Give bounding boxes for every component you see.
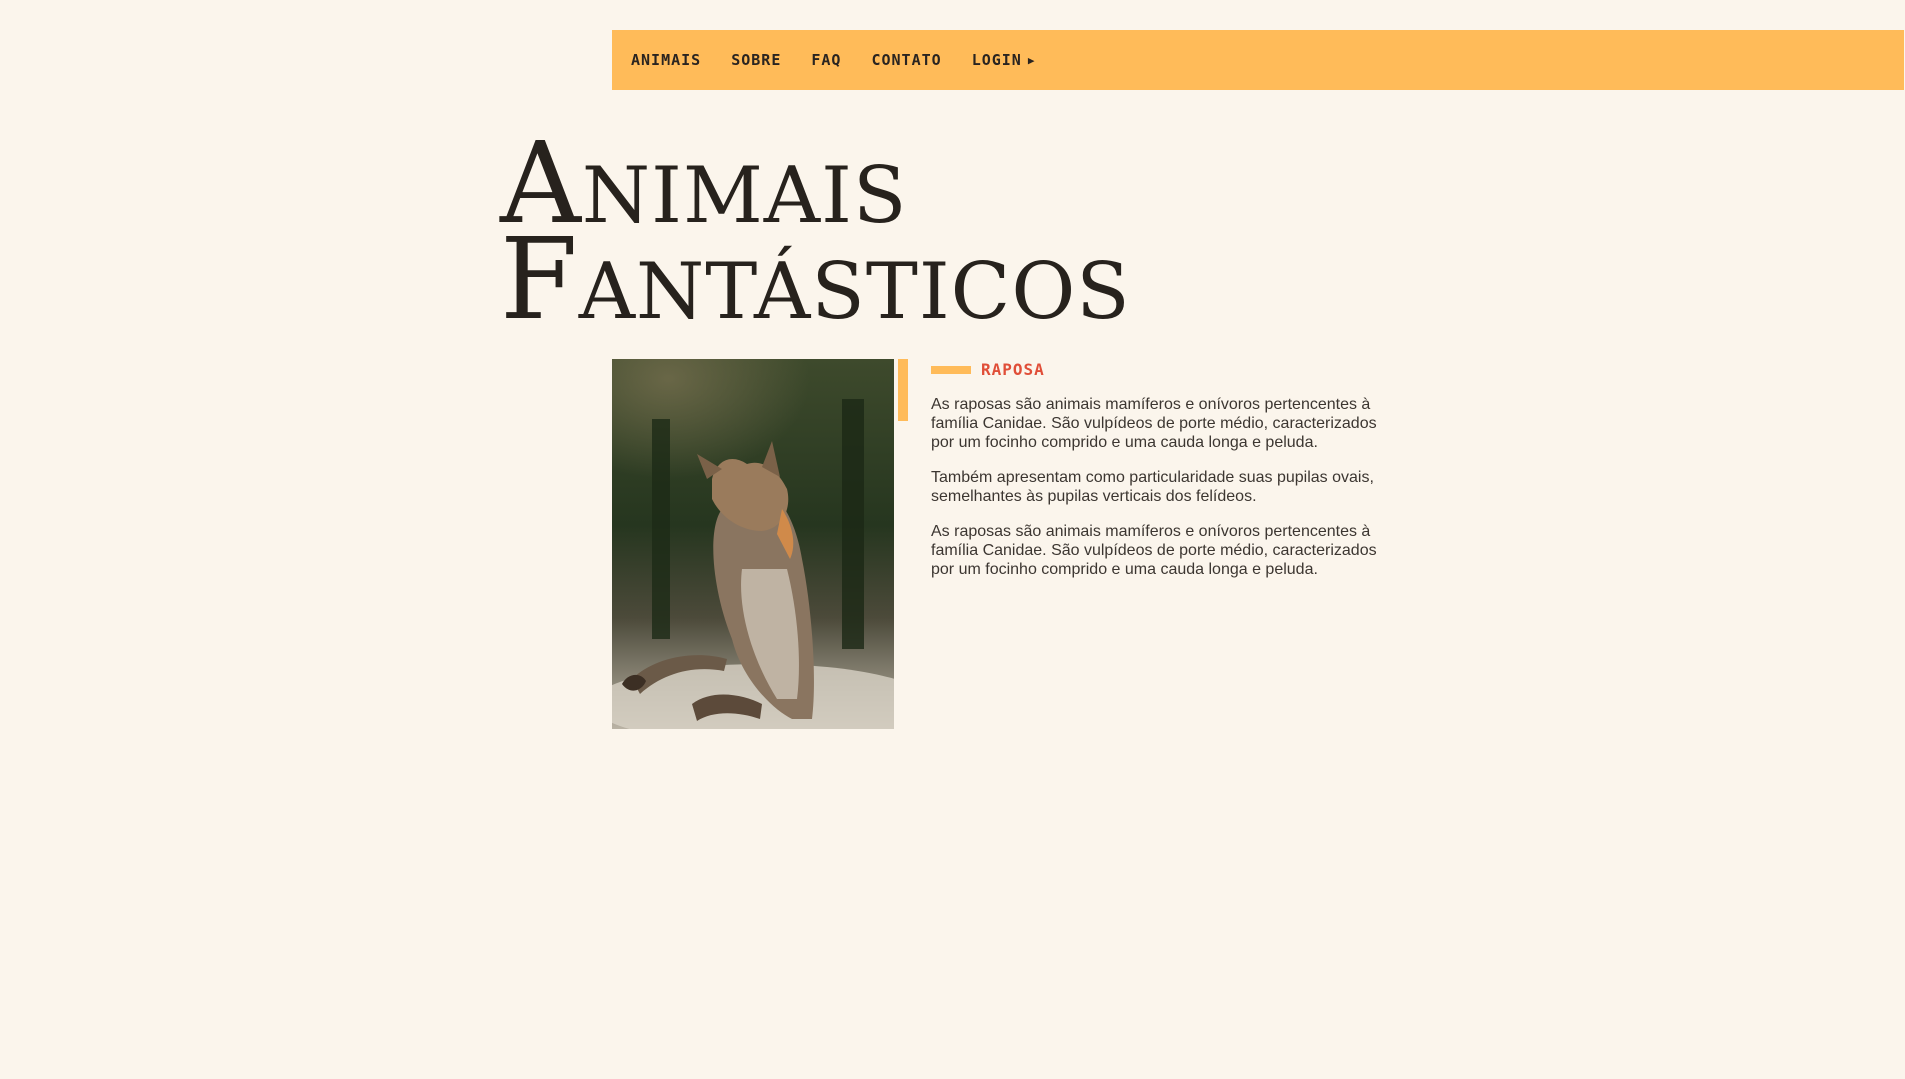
top-nav: ANIMAIS SOBRE FAQ CONTATO LOGIN ▶ bbox=[612, 30, 1904, 90]
animal-tag-label: RAPOSA bbox=[981, 360, 1045, 379]
nav-link-contato[interactable]: CONTATO bbox=[871, 51, 941, 69]
nav-link-login[interactable]: LOGIN ▶ bbox=[972, 51, 1036, 69]
nav-link-sobre[interactable]: SOBRE bbox=[731, 51, 781, 69]
animal-description: As raposas são animais mamíferos e onívo… bbox=[931, 395, 1391, 595]
fox-photo bbox=[612, 359, 894, 729]
fox-illustration bbox=[612, 359, 894, 729]
nav-link-faq[interactable]: FAQ bbox=[811, 51, 841, 69]
nav-link-login-label: LOGIN bbox=[971, 51, 1022, 69]
animal-tag-row: RAPOSA bbox=[931, 360, 1045, 379]
description-paragraph-3: As raposas são animais mamíferos e onívo… bbox=[931, 523, 1377, 578]
accent-bar bbox=[898, 359, 908, 421]
tag-line-decoration bbox=[931, 365, 971, 374]
description-paragraph-2: Também apresentam como particularidade s… bbox=[931, 469, 1374, 505]
page-title-line-2: Fantásticos bbox=[500, 215, 1131, 345]
triangle-right-icon: ▶ bbox=[1027, 54, 1036, 67]
page-title: Animais Fantásticos bbox=[500, 128, 1131, 345]
nav-link-animais[interactable]: ANIMAIS bbox=[631, 51, 701, 69]
description-paragraph-1: As raposas são animais mamíferos e onívo… bbox=[931, 396, 1377, 451]
